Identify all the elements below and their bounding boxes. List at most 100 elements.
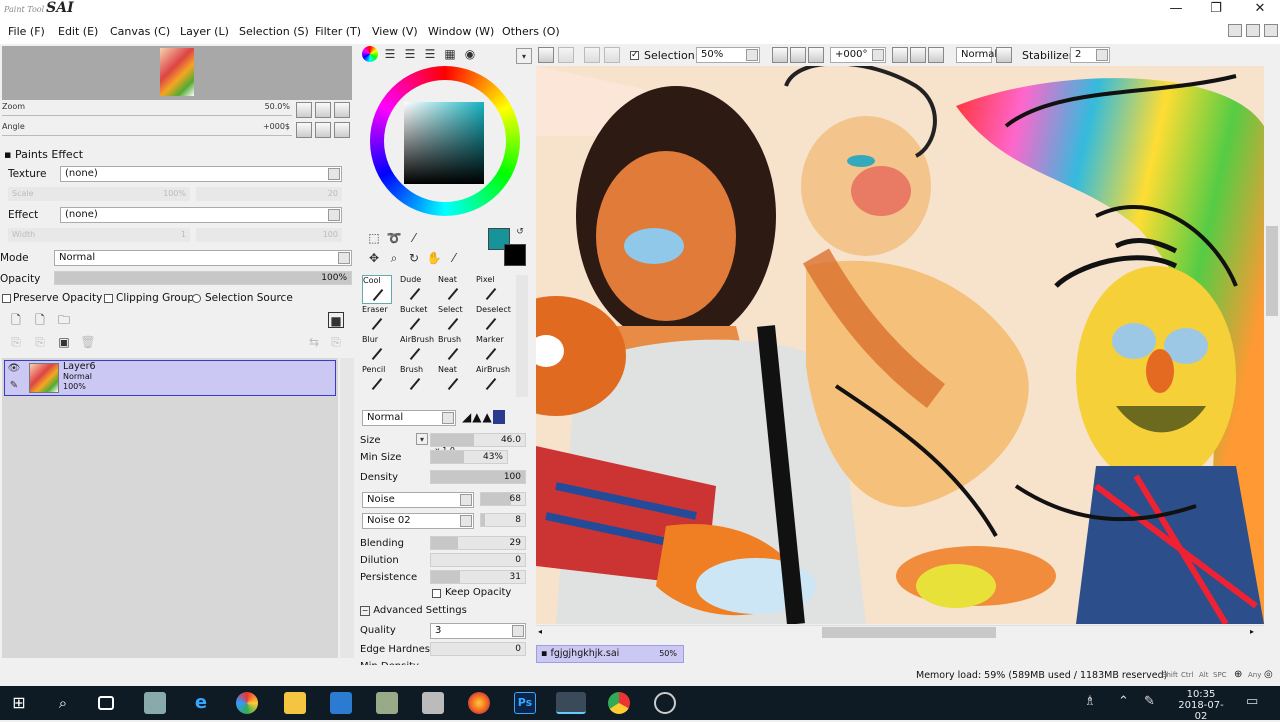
dilution-slider[interactable]: 0: [430, 553, 526, 567]
canvas-angle-dropdown[interactable]: +000°: [830, 47, 886, 63]
persistence-slider[interactable]: 31: [430, 570, 526, 584]
notification-icon[interactable]: ▭: [1246, 694, 1258, 709]
rgb-sliders-icon[interactable]: ☰: [382, 46, 398, 62]
file-explorer-icon[interactable]: [284, 692, 306, 714]
canvas-vertical-scrollbar[interactable]: [1264, 66, 1280, 624]
tool-neat[interactable]: Neat: [438, 365, 468, 394]
eyedropper-icon[interactable]: ⁄: [446, 250, 462, 266]
menu-layer[interactable]: Layer (L): [180, 25, 229, 38]
swap-colors-icon[interactable]: ↺: [514, 226, 526, 238]
flip-canvas-button[interactable]: [996, 47, 1012, 63]
zoom-out-button[interactable]: [296, 102, 312, 118]
lasso-icon[interactable]: ➰: [386, 230, 402, 246]
canvas-rotate-left-button[interactable]: [892, 47, 908, 63]
mdi-restore-icon[interactable]: [1246, 24, 1260, 37]
effect-dropdown[interactable]: (none): [60, 207, 342, 223]
menu-file[interactable]: File (F): [8, 25, 45, 38]
advanced-settings-toggle[interactable]: − Advanced Settings: [360, 605, 467, 616]
zoom-reset-button[interactable]: [334, 102, 350, 118]
size-multiplier-icon[interactable]: ▾: [416, 433, 428, 445]
tool-palette-scrollbar[interactable]: [516, 275, 528, 397]
zoom-in-button[interactable]: [315, 102, 331, 118]
new-folder-icon[interactable]: 🗀: [56, 312, 72, 328]
delete-layer-icon[interactable]: 🗑: [80, 334, 96, 350]
tool-deselect[interactable]: Deselect: [476, 305, 511, 334]
preserve-opacity-checkbox[interactable]: [2, 294, 11, 303]
canvas-rotate-right-button[interactable]: [910, 47, 926, 63]
noise-slider[interactable]: 68: [480, 492, 526, 506]
store-icon[interactable]: [330, 692, 352, 714]
eye-icon[interactable]: 👁: [7, 361, 21, 377]
menu-window[interactable]: Window (W): [428, 25, 494, 38]
paint-tool-sai-icon[interactable]: [556, 692, 586, 714]
clipping-group-checkbox[interactable]: [104, 294, 113, 303]
close-button[interactable]: ✕: [1240, 0, 1280, 20]
rotate-right-button[interactable]: [315, 122, 331, 138]
firefox-icon[interactable]: [468, 692, 490, 714]
clear-layer-icon[interactable]: ▣: [56, 334, 72, 350]
navigator-preview[interactable]: [2, 46, 352, 100]
texture-dropdown[interactable]: (none): [60, 166, 342, 182]
swatches-icon[interactable]: ▦: [442, 46, 458, 62]
canvas-blend-mode[interactable]: Normal: [956, 47, 997, 63]
selection-source-radio[interactable]: [192, 294, 201, 303]
menu-others[interactable]: Others (O): [502, 25, 560, 38]
noise02-dropdown[interactable]: Noise 02: [362, 513, 474, 529]
layer-row[interactable]: 👁 ✎ Layer6 Normal 100%: [4, 360, 336, 396]
selection-checkbox[interactable]: ✓: [630, 51, 639, 60]
panel-menu-icon[interactable]: ▾: [516, 48, 532, 64]
edge-hardness-slider[interactable]: 0: [430, 642, 526, 656]
noise02-slider[interactable]: 8: [480, 513, 526, 527]
windows-start-icon[interactable]: ⊞: [8, 692, 30, 714]
tool-select[interactable]: Select: [438, 305, 468, 334]
canvas-rotate-reset-button[interactable]: [928, 47, 944, 63]
taskbar-clock[interactable]: 10:35 2018-07-02: [1172, 689, 1230, 722]
new-linework-layer-icon[interactable]: 🗋: [32, 312, 48, 328]
canvas-forward-button[interactable]: [558, 47, 574, 63]
taskbar-app-icon[interactable]: [144, 692, 166, 714]
rotate-icon[interactable]: ↻: [406, 250, 422, 266]
invert-selection-button[interactable]: [604, 47, 620, 63]
mdi-close-icon[interactable]: [1264, 24, 1278, 37]
canvas-zoom-dropdown[interactable]: 50%: [696, 47, 760, 63]
brush-mode-dropdown[interactable]: Normal: [362, 410, 456, 426]
keep-opacity-checkbox[interactable]: [432, 589, 441, 598]
quality-dropdown[interactable]: 3: [430, 623, 526, 639]
blending-slider[interactable]: 29: [430, 536, 526, 550]
tool-brush[interactable]: Brush: [400, 365, 430, 394]
mdi-minimize-icon[interactable]: [1228, 24, 1242, 37]
tool-pixel[interactable]: Pixel: [476, 275, 506, 304]
layer-opacity-slider[interactable]: 100%: [54, 271, 352, 285]
scratchpad-icon[interactable]: ◉: [462, 46, 478, 62]
tool-pencil[interactable]: Pencil: [362, 365, 392, 394]
menu-canvas[interactable]: Canvas (C): [110, 25, 170, 38]
layer-list-scrollbar[interactable]: [340, 358, 354, 658]
zoom-slider[interactable]: Zoom 50.0%: [2, 102, 292, 116]
layer-copy-icon[interactable]: ⎘: [328, 334, 344, 350]
color-mixer-icon[interactable]: ☰: [422, 46, 438, 62]
brush-lock-icon[interactable]: ✎: [7, 378, 21, 392]
layer-transfer-icon[interactable]: ⇆: [306, 334, 322, 350]
canvas-zoom-out-button[interactable]: [772, 47, 788, 63]
move-icon[interactable]: ✥: [366, 250, 382, 266]
search-icon[interactable]: ⌕: [52, 692, 74, 714]
tool-airbrush[interactable]: AirBrush: [400, 335, 434, 364]
angle-slider[interactable]: Angle +000$: [2, 122, 292, 136]
hand-icon[interactable]: ✋: [426, 250, 442, 266]
rect-select-icon[interactable]: ⬚: [366, 230, 382, 246]
size-slider[interactable]: x 1.046.0: [430, 433, 526, 455]
chrome-icon[interactable]: [608, 692, 630, 714]
layer-mask-icon[interactable]: ■: [328, 312, 344, 328]
tool-eraser[interactable]: Eraser: [362, 305, 392, 334]
tool-airbrush[interactable]: AirBrush: [476, 365, 510, 394]
tool-bucket[interactable]: Bucket: [400, 305, 430, 334]
magic-wand-icon[interactable]: ⁄: [406, 230, 422, 246]
canvas-back-button[interactable]: [538, 47, 554, 63]
paints-effect-header[interactable]: ▪ Paints Effect: [4, 148, 83, 161]
document-tab[interactable]: ▪ fgjgjhgkhjk.sai 50%: [536, 645, 684, 663]
layer-mode-dropdown[interactable]: Normal: [54, 250, 352, 266]
menu-view[interactable]: View (V): [372, 25, 418, 38]
menu-edit[interactable]: Edit (E): [58, 25, 98, 38]
secondary-color-swatch[interactable]: [504, 244, 526, 266]
density-slider[interactable]: 100: [430, 470, 526, 484]
